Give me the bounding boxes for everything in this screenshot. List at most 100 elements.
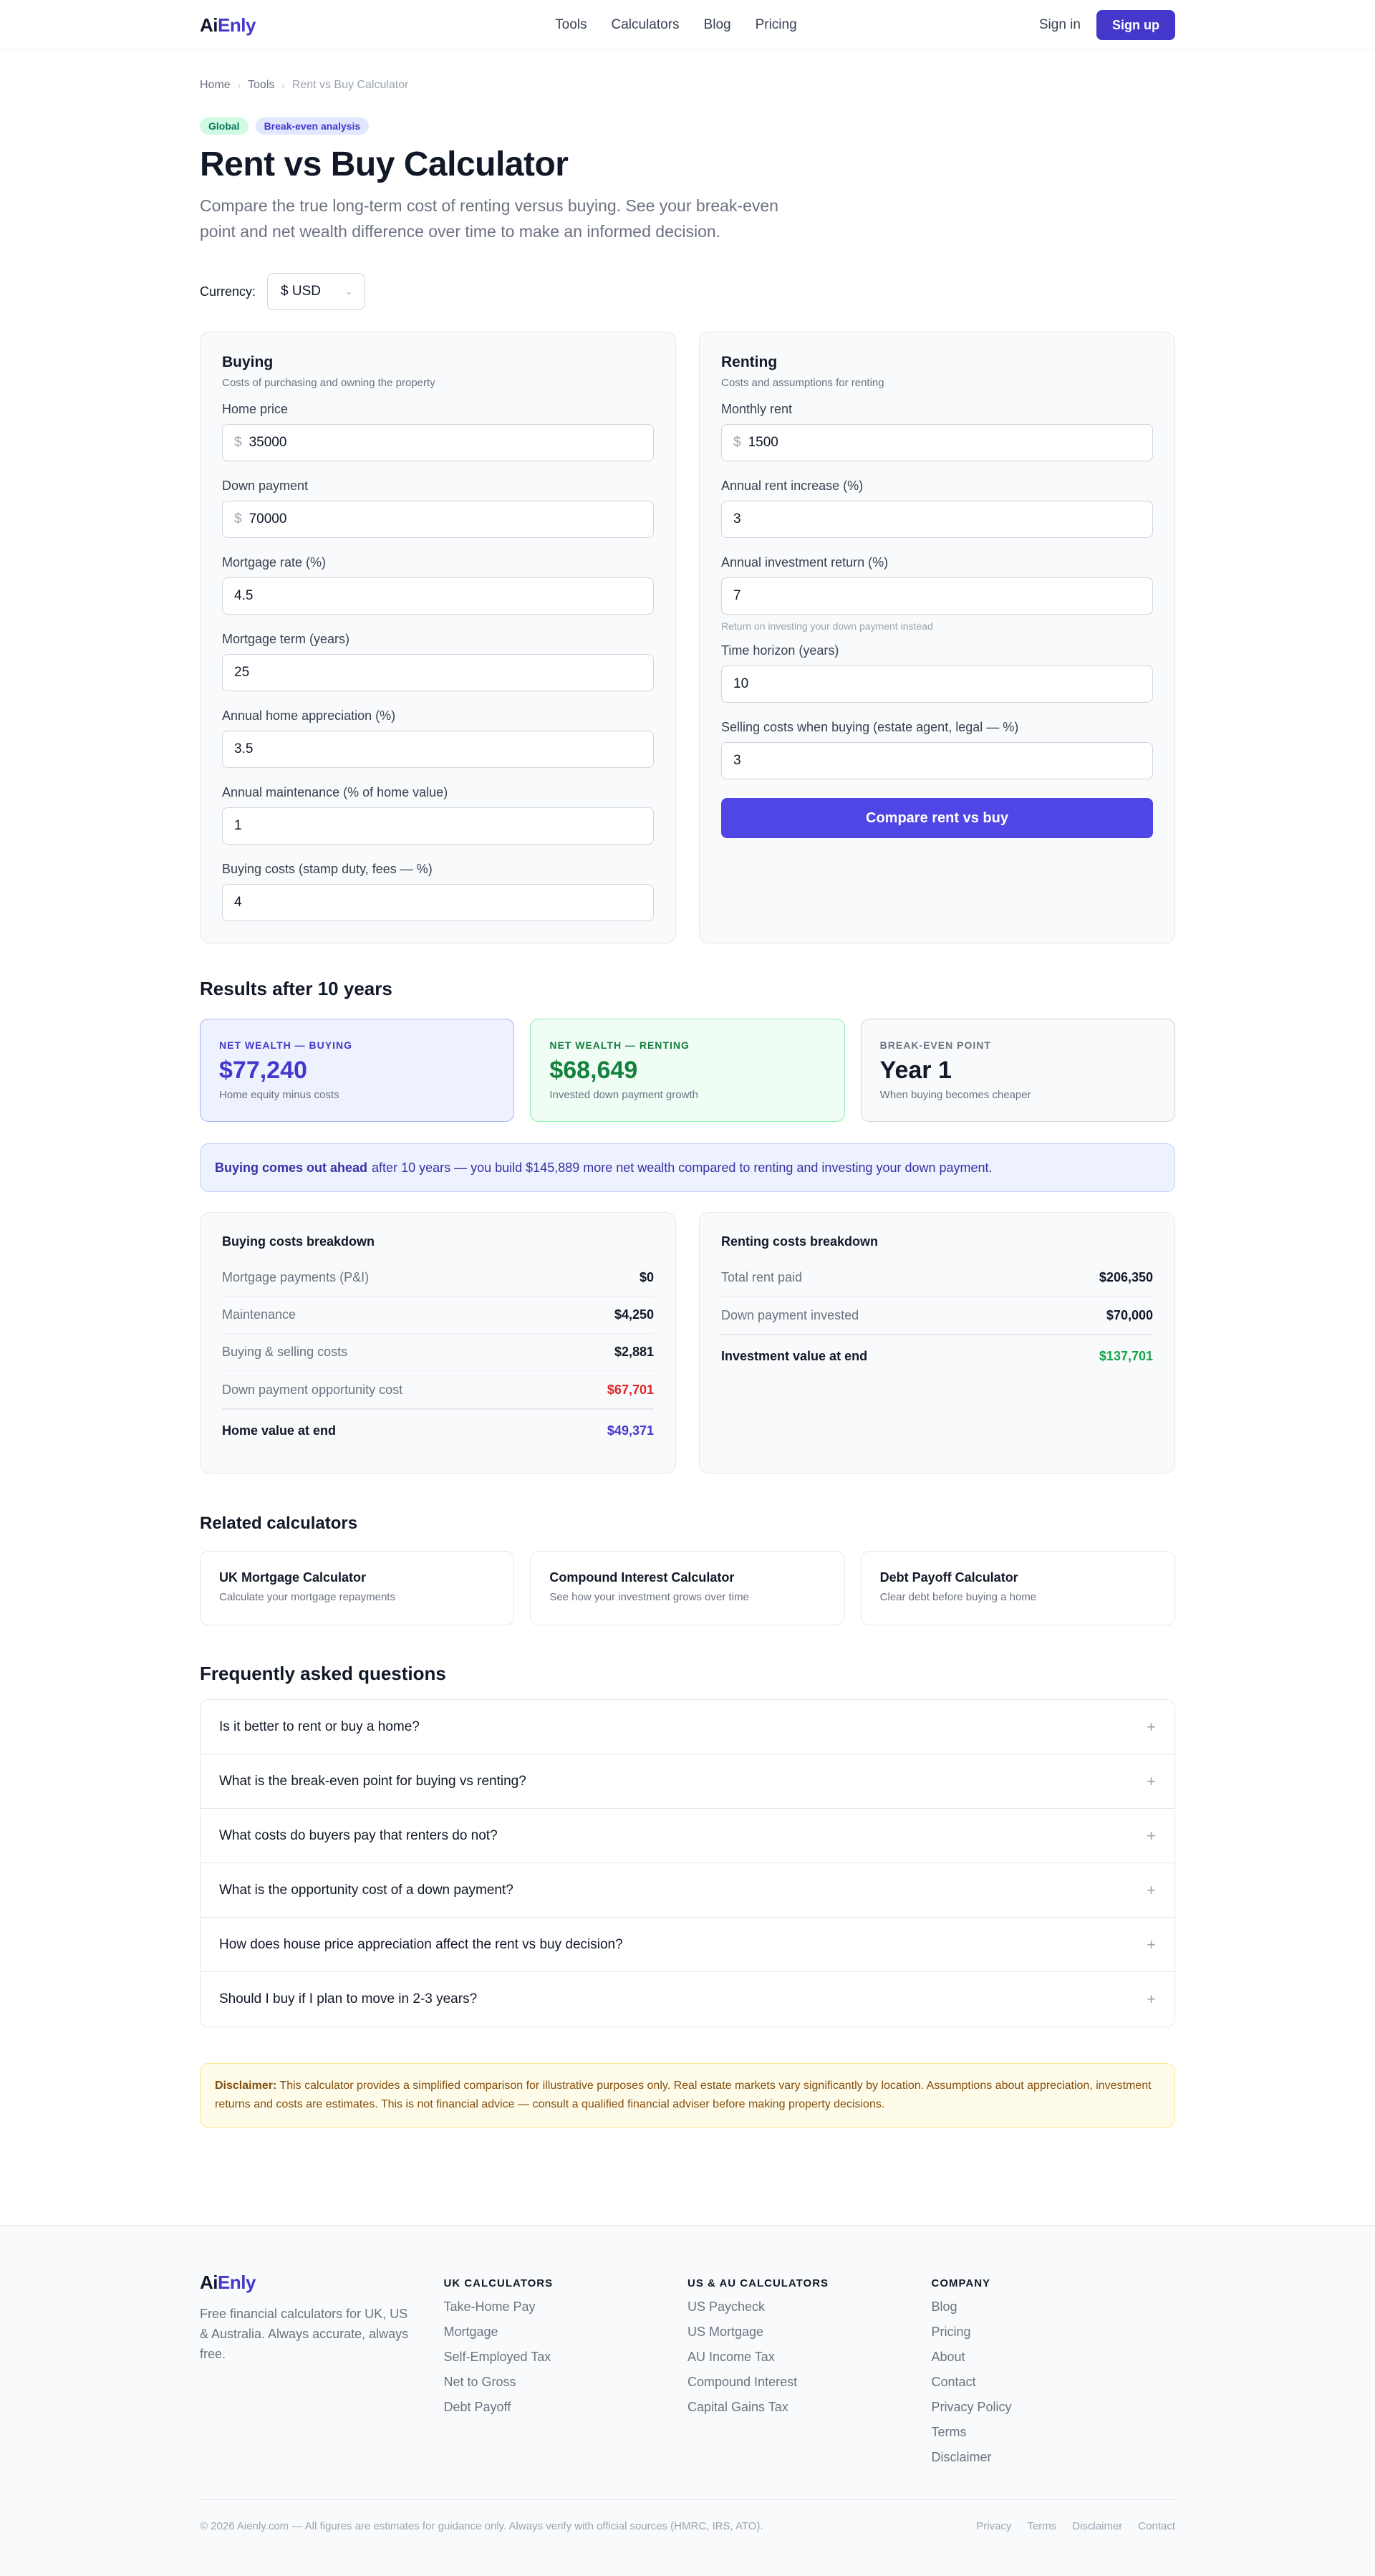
time-horizon-input[interactable]: 10 [721, 665, 1153, 703]
footer-link[interactable]: Pricing [932, 2325, 1176, 2340]
rent-increase-input[interactable]: 3 [721, 501, 1153, 538]
footer-link[interactable]: Terms [932, 2425, 1176, 2440]
row-label: Buying & selling costs [222, 1345, 348, 1359]
plus-icon: + [1147, 1880, 1156, 1899]
input-value: 35000 [249, 435, 287, 450]
related-card-desc: See how your investment grows over time [549, 1591, 749, 1603]
results-title: Results after 10 years [200, 978, 392, 999]
home-appreciation-input[interactable]: 3.5 [222, 731, 654, 768]
breakdown-total: Home value at end $49,371 [222, 1408, 654, 1451]
field-label: Annual investment return (%) [721, 555, 889, 569]
footer-bottom-link[interactable]: Disclaimer [1072, 2520, 1122, 2532]
input-value: 1500 [748, 435, 778, 450]
disclaimer-box: Disclaimer: This calculator provides a s… [200, 2063, 1175, 2128]
field-hint: Return on investing your down payment in… [721, 620, 933, 632]
card-value: $77,240 [219, 1057, 307, 1084]
selling-costs-input[interactable]: 3 [721, 742, 1153, 779]
field-label: Mortgage rate (%) [222, 555, 327, 569]
faq-item[interactable]: What is the opportunity cost of a down p… [201, 1863, 1174, 1918]
site-logo[interactable]: AiEnly [200, 14, 256, 37]
plus-icon: + [1147, 1935, 1156, 1953]
footer-link[interactable]: US Paycheck [688, 2299, 932, 2315]
mortgage-term-input[interactable]: 25 [222, 654, 654, 691]
footer-link[interactable]: Blog [932, 2299, 1176, 2315]
field-label: Annual maintenance (% of home value) [222, 785, 448, 799]
footer-link[interactable]: Mortgage [444, 2325, 688, 2340]
monthly-rent-input[interactable]: $1500 [721, 424, 1153, 461]
row-label: Maintenance [222, 1307, 296, 1322]
plus-icon: + [1147, 1717, 1156, 1736]
breakdown-row: Down payment invested $70,000 [721, 1297, 1153, 1334]
row-value: $4,250 [614, 1307, 654, 1322]
footer-link[interactable]: Debt Payoff [444, 2400, 688, 2415]
faq-item[interactable]: Should I buy if I plan to move in 2-3 ye… [201, 1972, 1174, 2027]
main-nav: Tools Calculators Blog Pricing [555, 17, 797, 33]
result-card-renting: NET WEALTH — RENTING $68,649 Invested do… [530, 1019, 845, 1122]
footer-link[interactable]: Compound Interest [688, 2375, 932, 2390]
related-card-desc: Clear debt before buying a home [879, 1591, 1037, 1603]
footer-link[interactable]: Capital Gains Tax [688, 2400, 932, 2415]
faq-item[interactable]: What costs do buyers pay that renters do… [201, 1809, 1174, 1863]
field-label: Annual rent increase (%) [721, 479, 864, 493]
card-label: BREAK-EVEN POINT [879, 1039, 991, 1051]
footer-link[interactable]: Take-Home Pay [444, 2299, 688, 2315]
footer-bottom-link[interactable]: Contact [1138, 2520, 1175, 2532]
faq-item[interactable]: What is the break-even point for buying … [201, 1754, 1174, 1809]
plus-icon: + [1147, 1826, 1156, 1845]
buying-costs-input[interactable]: 4 [222, 884, 654, 921]
footer-link[interactable]: About [932, 2350, 1176, 2365]
faq-question: What costs do buyers pay that renters do… [219, 1827, 498, 1843]
footer-link[interactable]: Disclaimer [932, 2450, 1176, 2465]
footer-link[interactable]: AU Income Tax [688, 2350, 932, 2365]
footer-desc: Free financial calculators for UK, US & … [200, 2307, 409, 2361]
nav-blog[interactable]: Blog [704, 17, 731, 33]
card-value: Year 1 [879, 1057, 952, 1084]
footer-link[interactable]: Contact [932, 2375, 1176, 2390]
breadcrumb-home[interactable]: Home [200, 79, 231, 92]
footer-logo[interactable]: AiEnly [200, 2272, 444, 2294]
breakdown-title: Buying costs breakdown [222, 1234, 375, 1249]
faq-item[interactable]: How does house price appreciation affect… [201, 1918, 1174, 1972]
row-value: $67,701 [607, 1382, 654, 1397]
footer-link[interactable]: Privacy Policy [932, 2400, 1176, 2415]
buying-panel: Buying Costs of purchasing and owning th… [200, 332, 676, 943]
home-price-input[interactable]: $35000 [222, 424, 654, 461]
breadcrumb-tools[interactable]: Tools [248, 79, 274, 92]
compare-button[interactable]: Compare rent vs buy [721, 798, 1153, 838]
result-card-buying: NET WEALTH — BUYING $77,240 Home equity … [200, 1019, 515, 1122]
row-value: $2,881 [614, 1345, 654, 1359]
mortgage-rate-input[interactable]: 4.5 [222, 577, 654, 615]
site-footer: AiEnly Free financial calculators for UK… [0, 2225, 1375, 2576]
related-card-compound-interest[interactable]: Compound Interest Calculator See how your… [530, 1551, 845, 1625]
maintenance-input[interactable]: 1 [222, 807, 654, 845]
dollar-prefix: $ [234, 511, 242, 527]
down-payment-input[interactable]: $70000 [222, 501, 654, 538]
breakdown-total: Investment value at end $137,701 [721, 1334, 1153, 1377]
related-card-debt-payoff[interactable]: Debt Payoff Calculator Clear debt before … [860, 1551, 1175, 1625]
total-label: Investment value at end [721, 1348, 868, 1363]
breakdown-row: Buying & selling costs $2,881 [222, 1334, 654, 1371]
card-label: NET WEALTH — RENTING [549, 1039, 690, 1051]
disclaimer-bold: Disclaimer: [215, 2080, 277, 2092]
signin-link[interactable]: Sign in [1039, 17, 1081, 33]
signup-button[interactable]: Sign up [1096, 10, 1175, 40]
faq-item[interactable]: Is it better to rent or buy a home? + [201, 1700, 1174, 1754]
nav-tools[interactable]: Tools [555, 17, 587, 33]
site-header: AiEnly Tools Calculators Blog Pricing Si… [0, 0, 1375, 50]
input-value: 3 [733, 511, 741, 527]
nav-pricing[interactable]: Pricing [756, 17, 797, 33]
footer-bottom-link[interactable]: Privacy [976, 2520, 1011, 2532]
footer-link[interactable]: US Mortgage [688, 2325, 932, 2340]
currency-select[interactable]: $ USD ⌄ [267, 273, 365, 310]
investment-return-input[interactable]: 7 [721, 577, 1153, 615]
input-value: 3.5 [234, 741, 254, 756]
card-note: When buying becomes cheaper [879, 1089, 1031, 1101]
related-card-uk-mortgage[interactable]: UK Mortgage Calculator Calculate your mor… [200, 1551, 515, 1625]
footer-link[interactable]: Self-Employed Tax [444, 2350, 688, 2365]
footer-link[interactable]: Net to Gross [444, 2375, 688, 2390]
nav-calculators[interactable]: Calculators [612, 17, 680, 33]
footer-bottom-link[interactable]: Terms [1027, 2520, 1056, 2532]
related-title: Related calculators [200, 1514, 358, 1533]
breakdown-row: Total rent paid $206,350 [721, 1259, 1153, 1297]
plus-icon: + [1147, 1990, 1156, 2008]
